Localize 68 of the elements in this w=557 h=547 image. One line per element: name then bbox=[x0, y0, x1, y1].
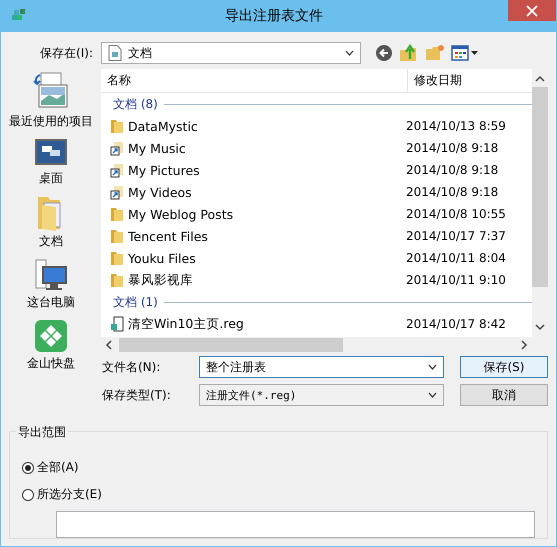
desktop-icon bbox=[34, 138, 68, 168]
date-cell-text: 2014/10/8 9:18 bbox=[405, 163, 500, 177]
file-name-cell[interactable]: DataMystic bbox=[101, 118, 401, 134]
date-cell-text: 2014/10/17 8:42 bbox=[405, 317, 507, 331]
registry-file-icon bbox=[110, 316, 124, 332]
cancel-button[interactable]: 取消 bbox=[460, 384, 548, 406]
file-name-cell[interactable]: 暴风影视库 bbox=[101, 272, 401, 288]
group-header[interactable]: 文档 (8) bbox=[113, 96, 158, 112]
date-cell-text: 2014/10/8 9:18 bbox=[405, 141, 500, 155]
caret-icon bbox=[345, 50, 354, 56]
file-type-label: 保存类型(T): bbox=[102, 386, 172, 404]
view-menu-icon[interactable] bbox=[451, 44, 479, 62]
place-item[interactable]: 金山快盘 bbox=[27, 319, 75, 372]
scroll-up-icon[interactable] bbox=[535, 75, 545, 83]
folder-icon bbox=[110, 228, 124, 244]
up-folder-icon[interactable] bbox=[399, 43, 419, 63]
column-header[interactable]: 名称 bbox=[101, 69, 408, 92]
column-header[interactable]: 修改日期 bbox=[408, 69, 532, 92]
folder-icon bbox=[110, 272, 124, 288]
group-title: 导出范围 bbox=[16, 424, 68, 441]
file-name-label: 文件名(N): bbox=[102, 358, 162, 376]
radio-circle[interactable] bbox=[22, 488, 34, 501]
save-in-label: 保存在(I): bbox=[39, 44, 94, 62]
date-cell-text: 2014/10/11 9:10 bbox=[405, 273, 507, 287]
file-name-cell[interactable]: Youku Files bbox=[101, 250, 401, 266]
file-type-dropdown[interactable]: 注册文件(*.reg) bbox=[199, 384, 444, 406]
caret-icon bbox=[428, 392, 437, 398]
scroll-left-icon[interactable] bbox=[105, 340, 113, 350]
branch-input-field[interactable] bbox=[56, 510, 535, 538]
caret-icon bbox=[428, 364, 437, 370]
document-icon bbox=[108, 45, 122, 61]
file-name-cell[interactable]: My Weblog Posts bbox=[101, 206, 401, 222]
folder-icon bbox=[110, 118, 124, 134]
window-title: 导出注册表文件 bbox=[224, 7, 324, 25]
scroll-down-icon[interactable] bbox=[535, 323, 545, 331]
file-name-cell[interactable]: My Videos bbox=[101, 184, 401, 200]
date-cell-text: 2014/10/8 9:18 bbox=[405, 185, 500, 199]
radio-option[interactable]: 全部(A) bbox=[22, 454, 79, 482]
scroll-right-icon[interactable] bbox=[520, 340, 528, 350]
close-button[interactable] bbox=[508, 0, 556, 21]
place-item[interactable]: 文档 bbox=[36, 195, 66, 250]
group-header[interactable]: 文档 (1) bbox=[113, 294, 158, 310]
save-button[interactable]: 保存(S) bbox=[460, 356, 548, 378]
file-name-cell[interactable]: My Pictures bbox=[101, 162, 401, 178]
file-name-field[interactable]: 整个注册表 bbox=[199, 356, 444, 378]
date-cell-text: 2014/10/17 7:37 bbox=[405, 229, 507, 243]
folder-icon bbox=[110, 250, 124, 266]
file-name-cell[interactable]: 清空Win10主页.reg bbox=[101, 316, 401, 332]
place-item[interactable]: 桌面 bbox=[34, 138, 68, 187]
computer-icon bbox=[34, 258, 68, 292]
back-icon[interactable] bbox=[375, 44, 393, 62]
shortcut-icon bbox=[110, 162, 124, 178]
place-item[interactable]: 最近使用的项目 bbox=[9, 71, 93, 130]
save-in-dropdown[interactable]: 文档 bbox=[101, 42, 361, 64]
close-icon bbox=[526, 4, 538, 16]
shortcut-icon bbox=[110, 140, 124, 156]
radio-circle[interactable] bbox=[22, 462, 34, 474]
date-cell-text: 2014/10/8 10:55 bbox=[405, 207, 507, 221]
date-cell-text: 2014/10/11 8:04 bbox=[405, 251, 507, 265]
folder-icon bbox=[110, 206, 124, 222]
file-name-cell[interactable]: My Music bbox=[101, 140, 401, 156]
radio-option[interactable]: 所选分支(E) bbox=[22, 481, 102, 509]
shortcut-icon bbox=[110, 184, 124, 200]
file-name-cell[interactable]: Tencent Files bbox=[101, 228, 401, 244]
date-cell-text: 2014/10/13 8:59 bbox=[405, 119, 507, 133]
vertical-scrollbar[interactable] bbox=[532, 69, 548, 353]
app-logo-icon bbox=[34, 319, 68, 353]
place-item[interactable]: 这台电脑 bbox=[27, 258, 75, 311]
